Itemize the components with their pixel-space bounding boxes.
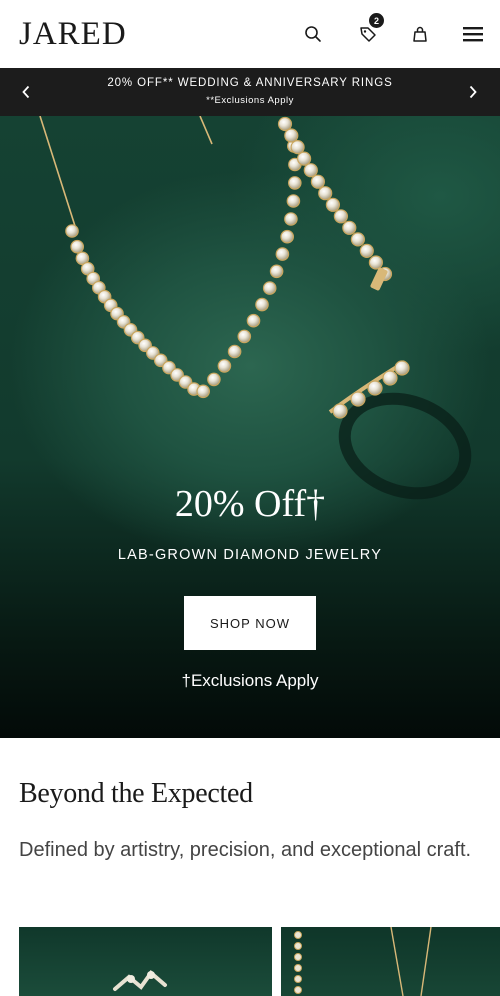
hero-exclusions-note: †Exclusions Apply [181, 671, 319, 690]
product-card-image[interactable] [19, 927, 272, 996]
promo-exclusions: **Exclusions Apply [206, 95, 294, 106]
promo-headline: 20% OFF** WEDDING & ANNIVERSARY RINGS [107, 77, 393, 89]
section-title: Beyond the Expected [19, 778, 253, 809]
chevron-right-icon[interactable] [459, 78, 487, 106]
wishlist-count-badge: 2 [369, 13, 384, 28]
product-card-image[interactable] [281, 927, 500, 996]
section-description: Defined by artistry, precision, and exce… [19, 839, 472, 861]
promo-banner[interactable]: 20% OFF** WEDDING & ANNIVERSARY RINGS **… [0, 68, 500, 116]
shop-now-button[interactable]: SHOP NOW [184, 596, 316, 650]
jared-logo[interactable]: JARED [19, 14, 127, 54]
hero-banner[interactable]: 20% Off† LAB-GROWN DIAMOND JEWELRY SHOP … [0, 116, 500, 738]
bag-icon[interactable] [406, 20, 434, 48]
search-icon[interactable] [299, 20, 327, 48]
hero-title: 20% Off† [174, 483, 326, 525]
jewelry-thumbnail [113, 970, 167, 991]
wishlist-tag-button[interactable]: 2 [354, 13, 384, 48]
hero-subtitle: LAB-GROWN DIAMOND JEWELRY [117, 547, 383, 563]
site-header: JARED 2 [0, 0, 500, 68]
jewelry-thumbnail [294, 927, 432, 996]
menu-icon[interactable] [459, 20, 487, 48]
